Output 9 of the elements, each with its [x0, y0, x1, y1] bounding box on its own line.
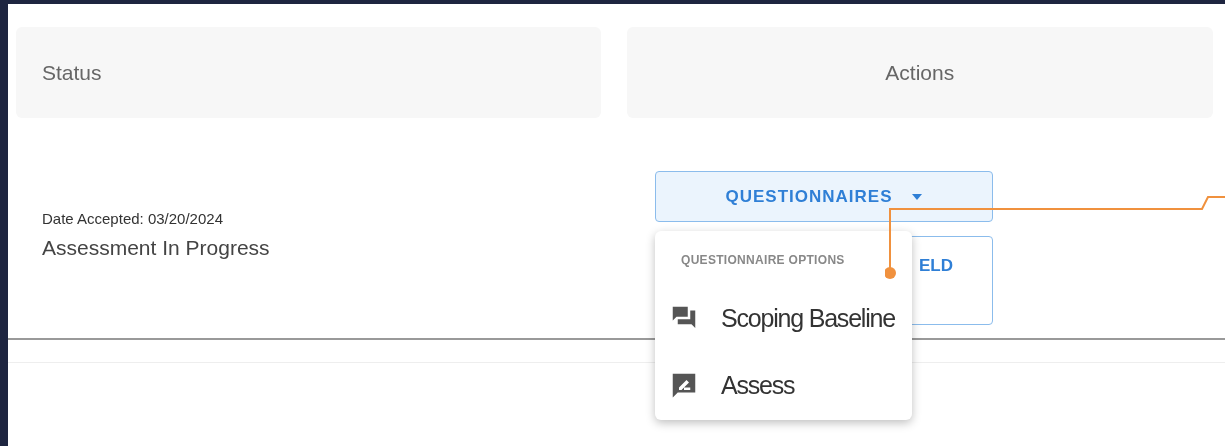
date-accepted: Date Accepted: 03/20/2024 — [42, 210, 224, 227]
status-text: Assessment In Progress — [42, 236, 271, 260]
caret-icon — [910, 193, 923, 200]
column-header: Actions — [626, 27, 1213, 118]
menu-item[interactable]: Assess — [655, 368, 912, 402]
column-header: Status — [16, 27, 601, 118]
menu-item[interactable]: Scoping Baseline — [655, 301, 912, 335]
menu-heading: QUESTIONNAIRE OPTIONS — [680, 253, 846, 267]
questionnaires-dropdown[interactable]: QUESTIONNAIRES — [655, 171, 993, 222]
